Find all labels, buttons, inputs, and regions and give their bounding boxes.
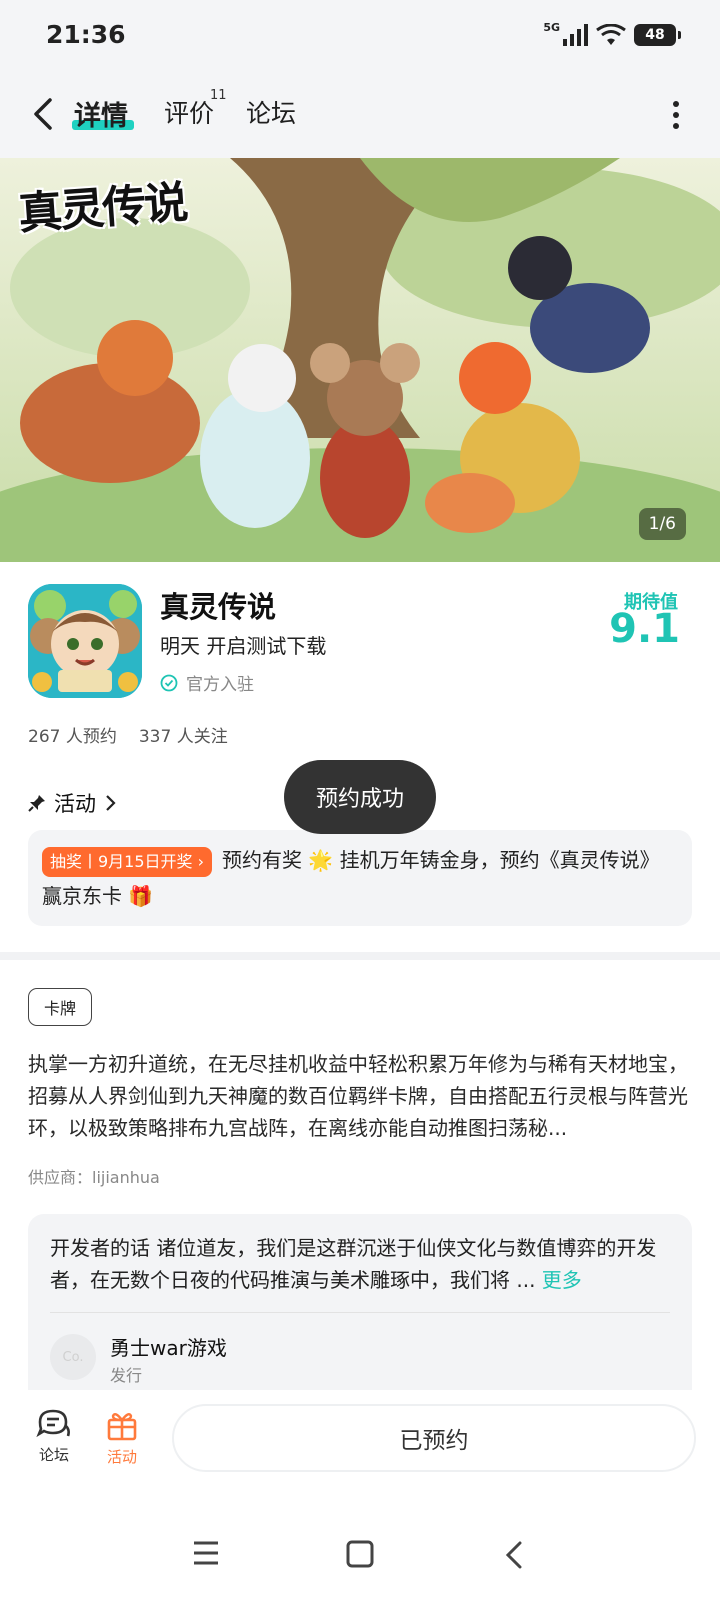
category-tag[interactable]: 卡牌 [28, 988, 92, 1026]
activity-heading: 活动 [54, 792, 96, 816]
tab-forum[interactable]: 论坛 [246, 94, 296, 130]
lottery-tag[interactable]: 抽奖丨9月15日开奖 › [42, 847, 213, 877]
forum-icon [36, 1409, 70, 1438]
tab-detail[interactable]: 详情 [74, 94, 128, 133]
tab-review[interactable]: 评价 [164, 94, 214, 130]
back-nav-icon[interactable] [504, 1540, 524, 1570]
status-time: 21:36 [46, 20, 126, 49]
back-arrow-icon[interactable] [26, 94, 62, 134]
app-icon [28, 584, 142, 698]
battery-icon: 48 [634, 24, 681, 46]
network-type: 5G [543, 20, 560, 34]
wifi-icon [596, 24, 626, 45]
gift-icon [107, 1413, 137, 1441]
more-icon[interactable] [672, 100, 680, 130]
menu-icon[interactable] [192, 1540, 220, 1566]
developer-divider [50, 1312, 670, 1313]
activity-header[interactable]: 活动 [28, 788, 116, 818]
expect-score: 9.1 [609, 606, 680, 652]
review-count: 11 [210, 88, 227, 103]
forum-label: 论坛 [38, 1446, 69, 1464]
developer-role: 发行 [110, 1366, 143, 1385]
app-name: 真灵传说 [160, 590, 277, 624]
official-badge: 官方入驻 [160, 670, 254, 695]
banner-counter: 1/6 [638, 508, 686, 540]
developer-card: 开发者的话 诸位道友，我们是这群沉迷于仙侠文化与数值博弈的开发者，在无数个日夜的… [28, 1214, 692, 1390]
developer-name[interactable]: 勇士war游戏 [110, 1332, 227, 1361]
system-navigation [0, 1500, 720, 1601]
reservation-count: 267 人预约 [28, 727, 117, 747]
chevron-right-icon [106, 795, 116, 811]
top-nav: 详情 评价 11 论坛 [0, 72, 720, 158]
game-logo: 真灵传说 [16, 177, 188, 240]
stats-row: 267 人预约 337 人关注 [28, 722, 228, 747]
verified-icon [160, 674, 178, 691]
forum-button[interactable]: 论坛 [24, 1408, 84, 1465]
follower-count: 337 人关注 [138, 727, 228, 747]
developer-avatar[interactable]: Co. [50, 1334, 96, 1380]
pin-icon [28, 795, 45, 812]
reserved-button[interactable]: 已预约 [172, 1404, 696, 1472]
status-bar: 21:36 5G 48 [0, 0, 720, 72]
activity-card[interactable]: 抽奖丨9月15日开奖 › 预约有奖 🌟 挂机万年铸金身，预约《真灵传说》赢京东卡 … [28, 830, 692, 926]
app-release-info: 明天 开启测试下载 [160, 634, 327, 658]
more-link[interactable]: 更多 [542, 1268, 582, 1292]
banner-carousel[interactable]: 真灵传说 1/6 [0, 158, 720, 562]
developer-message: 开发者的话 诸位道友，我们是这群沉迷于仙侠文化与数值博弈的开发者，在无数个日夜的… [50, 1236, 657, 1292]
status-icons: 5G 48 [543, 20, 681, 50]
toast-message: 预约成功 [284, 760, 436, 834]
home-icon[interactable] [346, 1540, 374, 1568]
signal-icon [563, 24, 588, 46]
game-description[interactable]: 执掌一方初升道统，在无尽挂机收益中轻松积累万年修为与稀有天材地宝，招募从人界剑仙… [28, 1048, 694, 1144]
activity-button[interactable]: 活动 [92, 1408, 152, 1467]
official-label: 官方入驻 [186, 675, 254, 695]
bottom-action-bar: 论坛 活动 已预约 [0, 1390, 720, 1500]
section-divider [0, 952, 720, 960]
supplier-info: 供应商：lijianhua [28, 1168, 160, 1187]
activity-label: 活动 [106, 1448, 137, 1466]
